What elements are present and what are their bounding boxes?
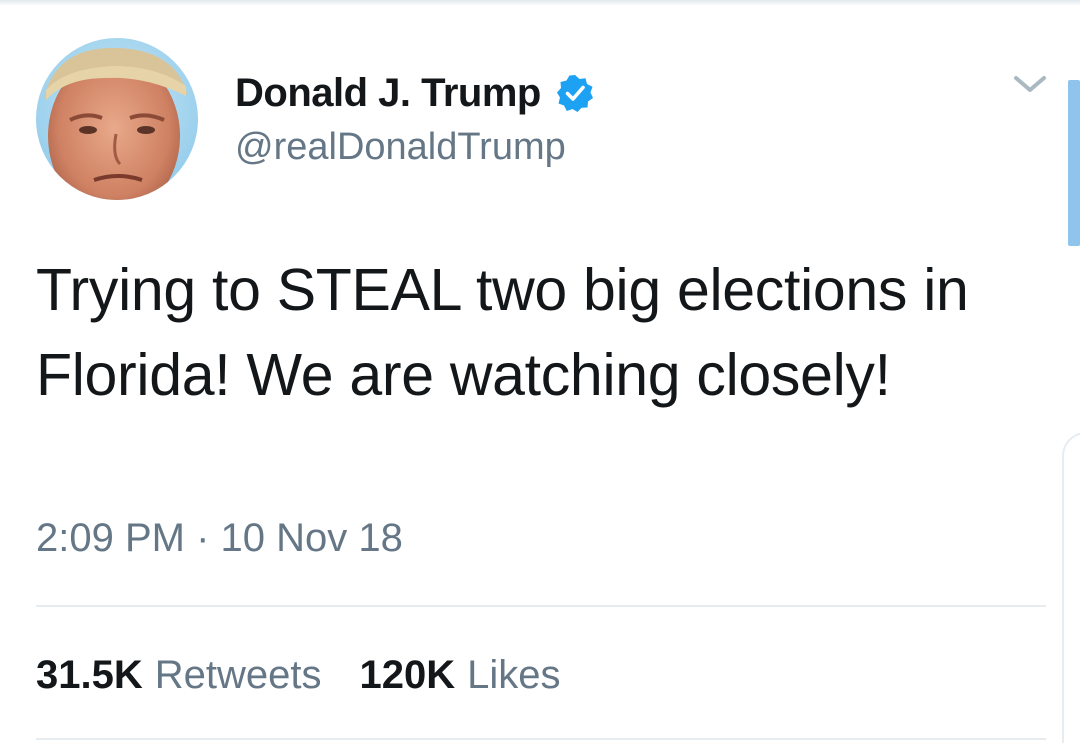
tweet-timestamp[interactable]: 2:09 PM · 10 Nov 18 [36,516,403,561]
top-border [0,0,1080,6]
likes-label: Likes [467,652,561,697]
likes-stat[interactable]: 120K Likes [360,653,561,698]
retweets-stat[interactable]: 31.5K Retweets [36,653,322,698]
scrollbar[interactable] [1068,80,1080,246]
divider [36,738,1046,740]
chevron-down-icon[interactable] [1010,70,1050,100]
likes-count: 120K [359,652,456,697]
tweet-stats: 31.5K Retweets 120K Likes [36,648,599,702]
author-name-row[interactable]: Donald J. Trump [235,66,595,120]
retweets-count: 31.5K [36,652,143,697]
tweet-text: Trying to STEAL two big elections in Flo… [36,257,969,408]
side-panel-edge [1062,432,1080,743]
tweet-screen: Donald J. Trump @realDonaldTrump Trying … [0,0,1080,743]
profile-photo [36,38,198,200]
verified-badge-icon [555,73,595,113]
divider [36,605,1046,607]
author-display-name[interactable]: Donald J. Trump [235,71,541,116]
avatar[interactable] [36,38,198,200]
retweets-label: Retweets [154,652,322,697]
author-handle[interactable]: @realDonaldTrump [235,126,566,169]
